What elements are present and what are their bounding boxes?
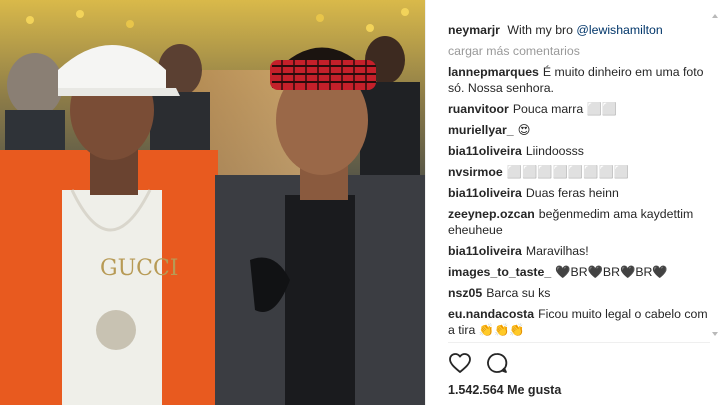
comment-text: 😍 <box>517 123 531 137</box>
likes-count[interactable]: 1.542.564 Me gusta <box>448 383 561 397</box>
list-item: images_to_taste_ 🖤BR🖤BR🖤BR🖤 <box>448 264 710 280</box>
comment-username[interactable]: zeeynep.ozcan <box>448 207 535 221</box>
list-item: bia11oliveira Maravilhas! <box>448 243 710 259</box>
list-item: muriellyar_ 😍 <box>448 122 710 138</box>
comment-username[interactable]: bia11oliveira <box>448 144 522 158</box>
list-item: zeeynep.ozcan beğenmedim ama kaydettim eh… <box>448 206 710 238</box>
comment-username[interactable]: nsz05 <box>448 286 482 300</box>
comments-list: neymarjr With my bro @lewishamilton carg… <box>448 22 710 342</box>
comment-text: Pouca marra ⬜⬜ <box>512 102 618 116</box>
divider <box>448 342 710 343</box>
list-item: lannepmarques É muito dinheiro em uma fot… <box>448 64 710 96</box>
list-item: ruanvitoor Pouca marra ⬜⬜ <box>448 101 710 117</box>
comment-username[interactable]: bia11oliveira <box>448 244 522 258</box>
comment-username[interactable]: images_to_taste_ <box>448 265 551 279</box>
scroll-down-arrow-icon[interactable] <box>712 332 718 336</box>
comment-username[interactable]: muriellyar_ <box>448 123 514 137</box>
scroll-up-arrow-icon[interactable] <box>712 14 718 18</box>
comments-scrollbar[interactable] <box>712 14 718 336</box>
comment-username[interactable]: bia11oliveira <box>448 186 522 200</box>
caption-text: With my bro <box>507 23 573 37</box>
heart-icon <box>449 353 471 373</box>
comment-text: ⬜⬜⬜⬜⬜⬜⬜⬜ <box>506 165 630 179</box>
list-item: nvsirmoe ⬜⬜⬜⬜⬜⬜⬜⬜ <box>448 164 710 180</box>
list-item: nsz05 Barca su ks <box>448 285 710 301</box>
load-more-comments-link[interactable]: cargar más comentarios <box>448 43 710 59</box>
post-sidebar: neymarjr With my bro @lewishamilton carg… <box>425 0 720 405</box>
comment-button[interactable] <box>485 351 509 377</box>
comment-text: Barca su ks <box>486 286 551 300</box>
comment-text: Duas feras heinn <box>525 186 619 200</box>
comment-text: Liindoosss <box>525 144 584 158</box>
post-caption: neymarjr With my bro @lewishamilton <box>448 22 710 38</box>
comment-username[interactable]: eu.nandacosta <box>448 307 534 321</box>
caption-mention[interactable]: @lewishamilton <box>576 23 662 37</box>
like-button[interactable] <box>448 351 472 377</box>
post-actions <box>448 351 509 377</box>
list-item: bia11oliveira Duas feras heinn <box>448 185 710 201</box>
comment-bubble-icon <box>487 353 508 373</box>
list-item: eu.nandacosta Ficou muito legal o cabelo … <box>448 306 710 338</box>
list-item: bia11oliveira Liindoosss <box>448 143 710 159</box>
comment-text: Maravilhas! <box>525 244 589 258</box>
likes-number: 1.542.564 <box>448 383 504 397</box>
svg-text:GUCCI: GUCCI <box>100 256 178 281</box>
author-username[interactable]: neymarjr <box>448 23 500 37</box>
post-photo: GUCCI <box>0 0 425 405</box>
comment-username[interactable]: lannepmarques <box>448 65 539 79</box>
comment-username[interactable]: ruanvitoor <box>448 102 509 116</box>
comment-text: 🖤BR🖤BR🖤BR🖤 <box>555 265 668 279</box>
likes-label: Me gusta <box>507 383 562 397</box>
comment-username[interactable]: nvsirmoe <box>448 165 503 179</box>
